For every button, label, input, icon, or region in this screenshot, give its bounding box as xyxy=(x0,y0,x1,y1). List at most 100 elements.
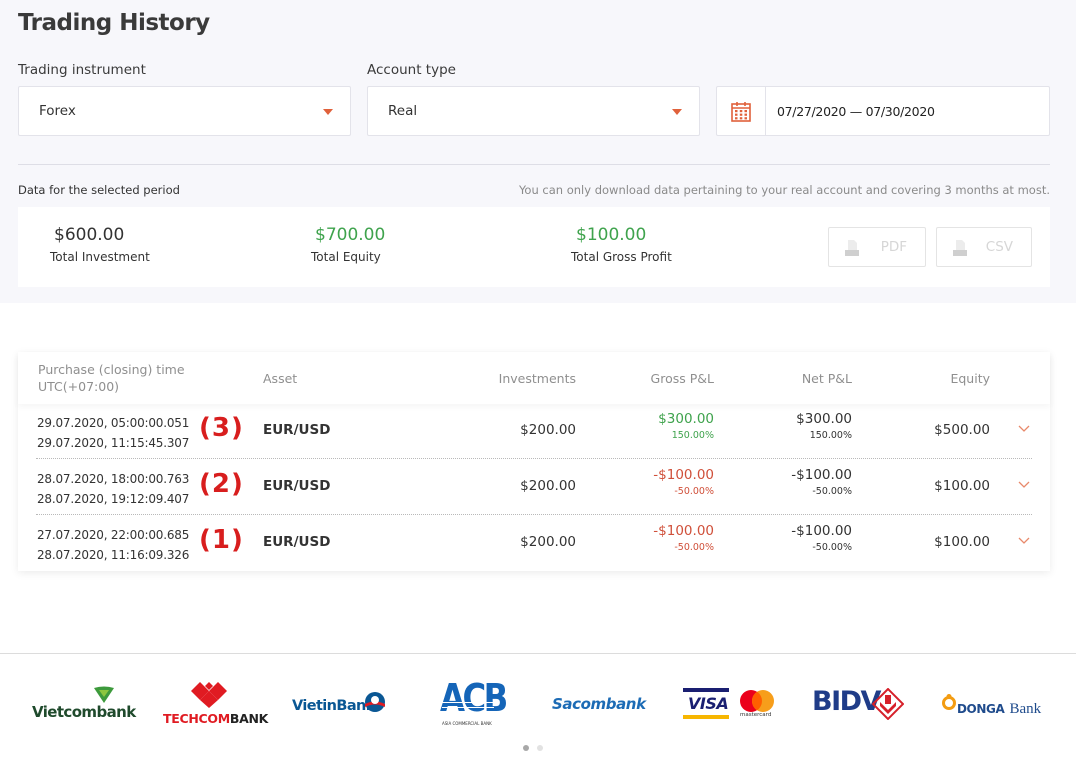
logo-visa-mastercard: VISA mastercard xyxy=(683,688,777,722)
close-time: 28.07.2020, 11:16:09.326 xyxy=(37,548,190,562)
header-gross-pl: Gross P&L xyxy=(650,371,714,386)
account-type-value: Real xyxy=(388,103,418,119)
account-type-select[interactable]: Real xyxy=(367,86,700,136)
gross-percent: -50.00% xyxy=(674,486,714,497)
chevron-down-icon[interactable] xyxy=(1018,481,1030,489)
page-title: Trading History xyxy=(18,10,210,36)
investment: $200.00 xyxy=(520,422,576,438)
net-percent: -50.00% xyxy=(812,486,852,497)
date-range-picker[interactable]: 07/27/2020 — 07/30/2020 xyxy=(716,86,1050,136)
visa-top-bar xyxy=(683,688,729,692)
header-asset: Asset xyxy=(263,371,298,386)
row-annotation: (1) xyxy=(199,525,244,555)
asset: EUR/USD xyxy=(263,422,331,438)
net-pl: -$100.00 -50.00% xyxy=(791,467,852,497)
filters-area: Trading History Trading instrument Forex… xyxy=(0,0,1076,303)
row-annotation: (3) xyxy=(199,413,244,443)
stat-value: $700.00 xyxy=(315,225,386,245)
header-time-label: Purchase (closing) time xyxy=(38,362,185,377)
chevron-down-icon[interactable] xyxy=(1018,425,1030,433)
close-time: 28.07.2020, 19:12:09.407 xyxy=(37,492,190,506)
summary-card: $600.00 Total Investment $700.00 Total E… xyxy=(18,207,1050,287)
vietinbank-emblem-icon xyxy=(365,692,385,712)
gross-amount: $300.00 xyxy=(658,411,714,427)
gross-pl: $300.00 150.00% xyxy=(658,411,714,441)
gross-pl: -$100.00 -50.00% xyxy=(653,467,714,497)
open-time: 27.07.2020, 22:00:00.685 xyxy=(37,528,190,542)
vietcombank-wordmark: Vietcombank xyxy=(32,703,136,721)
calendar-button[interactable] xyxy=(717,87,766,135)
footer-divider xyxy=(0,653,1076,654)
table-row[interactable]: 28.07.2020, 18:00:00.763 28.07.2020, 19:… xyxy=(18,459,1050,515)
net-amount: -$100.00 xyxy=(791,467,852,483)
equity: $100.00 xyxy=(934,478,990,494)
download-note: You can only download data pertaining to… xyxy=(518,183,1050,197)
techcom-text: TECHCOM xyxy=(163,711,230,726)
download-csv-button[interactable]: CSV xyxy=(936,227,1032,267)
trade-times: 29.07.2020, 05:00:00.051 29.07.2020, 11:… xyxy=(37,413,189,453)
visa-bottom-bar xyxy=(683,715,729,719)
techcombank-emblem-icon xyxy=(191,682,227,708)
trade-times: 27.07.2020, 22:00:00.685 28.07.2020, 11:… xyxy=(37,525,189,565)
mastercard-wordmark: mastercard xyxy=(740,712,772,718)
trade-times: 28.07.2020, 18:00:00.763 28.07.2020, 19:… xyxy=(37,469,189,509)
donga-emblem-icon xyxy=(942,694,956,710)
caret-down-icon xyxy=(323,109,333,115)
period-label: Data for the selected period xyxy=(18,183,180,197)
bank-text: Bank xyxy=(1009,701,1042,717)
acb-wordmark: ACB xyxy=(440,676,508,720)
calendar-icon xyxy=(731,101,751,122)
header-equity: Equity xyxy=(950,371,990,386)
header-timezone: UTC(+07:00) xyxy=(38,379,120,394)
net-percent: 150.00% xyxy=(809,430,852,441)
stat-label: Total Gross Profit xyxy=(571,250,672,264)
acb-subtitle: ASIA COMMERCIAL BANK xyxy=(442,721,492,726)
gross-percent: -50.00% xyxy=(674,542,714,553)
stat-value: $600.00 xyxy=(54,225,125,245)
bank-text: BANK xyxy=(229,711,268,726)
instrument-select[interactable]: Forex xyxy=(18,86,351,136)
net-pl: $300.00 150.00% xyxy=(796,411,852,441)
file-download-icon xyxy=(845,240,859,256)
file-download-icon xyxy=(953,240,967,256)
table-row[interactable]: 27.07.2020, 22:00:00.685 28.07.2020, 11:… xyxy=(18,515,1050,571)
account-type-label: Account type xyxy=(367,62,456,78)
download-pdf-button[interactable]: PDF xyxy=(828,227,926,267)
table-header: Purchase (closing) time UTC(+07:00) Asse… xyxy=(18,352,1050,404)
bidv-wordmark: BIDV xyxy=(812,686,881,717)
header-time: Purchase (closing) time UTC(+07:00) xyxy=(38,361,185,395)
net-amount: $300.00 xyxy=(796,411,852,427)
logo-vietinbank: VietinBank xyxy=(290,690,390,720)
logo-sacombank: Sacombank xyxy=(552,695,648,715)
header-net-pl: Net P&L xyxy=(801,371,852,386)
trades-table: Purchase (closing) time UTC(+07:00) Asse… xyxy=(18,352,1050,571)
asset: EUR/USD xyxy=(263,478,331,494)
gross-percent: 150.00% xyxy=(671,430,714,441)
investment: $200.00 xyxy=(520,478,576,494)
net-amount: -$100.00 xyxy=(791,523,852,539)
carousel-dot-2[interactable] xyxy=(537,745,543,751)
donga-wordmark: DONGA Bank xyxy=(957,698,1041,718)
close-time: 29.07.2020, 11:15:45.307 xyxy=(37,436,190,450)
chevron-down-icon[interactable] xyxy=(1018,537,1030,545)
vietinbank-wordmark: VietinBank xyxy=(292,698,375,714)
stat-total-investment: $600.00 Total Investment xyxy=(50,225,150,264)
logo-techcombank: TECHCOMBANK xyxy=(160,682,268,728)
instrument-value: Forex xyxy=(39,103,76,119)
sacombank-wordmark: Sacombank xyxy=(552,695,646,713)
caret-down-icon xyxy=(672,109,682,115)
table-row[interactable]: 29.07.2020, 05:00:00.051 29.07.2020, 11:… xyxy=(18,403,1050,459)
carousel-dot-1[interactable] xyxy=(523,745,529,751)
techcombank-wordmark: TECHCOMBANK xyxy=(163,711,268,726)
stat-value: $100.00 xyxy=(576,225,647,245)
donga-text: DONGA xyxy=(957,702,1005,716)
equity: $100.00 xyxy=(934,534,990,550)
header-investments: Investments xyxy=(498,371,576,386)
net-percent: -50.00% xyxy=(812,542,852,553)
row-annotation: (2) xyxy=(199,469,244,499)
date-range-value: 07/27/2020 — 07/30/2020 xyxy=(777,103,935,119)
stat-total-equity: $700.00 Total Equity xyxy=(311,225,385,264)
acb-stripes xyxy=(442,702,494,708)
divider xyxy=(18,164,1050,165)
carousel-pagination xyxy=(523,745,543,751)
